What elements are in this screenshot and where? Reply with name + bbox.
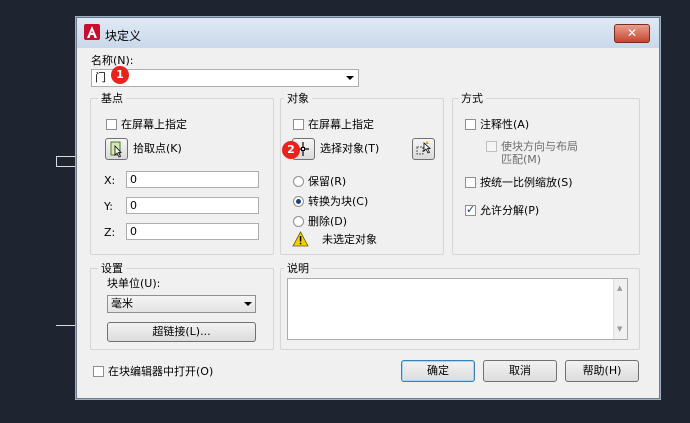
basepoint-specify-label[interactable]: 在屏幕上指定 — [121, 118, 187, 131]
name-value: 门 — [95, 71, 106, 84]
canvas-line — [56, 166, 76, 167]
delete-label[interactable]: 删除(D) — [308, 215, 347, 228]
x-label: X: — [104, 174, 116, 187]
scale-uniformly-checkbox[interactable] — [465, 177, 476, 188]
autocad-logo-icon — [84, 24, 100, 40]
settings-group-title: 设置 — [98, 262, 126, 275]
block-definition-dialog: 块定义 ✕ 名称(N): 门 1 基点 在屏幕上指定 拾取点(K) X: 0 Y… — [76, 17, 660, 399]
z-label: Z: — [104, 226, 116, 239]
annotative-checkbox[interactable] — [465, 119, 476, 130]
quick-select-icon — [416, 141, 432, 155]
block-unit-label: 块单位(U): — [107, 277, 161, 290]
select-objects-label[interactable]: 选择对象(T) — [320, 142, 379, 155]
cancel-label: 取消 — [509, 364, 531, 377]
name-label: 名称(N): — [91, 54, 134, 67]
basepoint-group-title: 基点 — [98, 92, 126, 105]
behavior-group-title: 方式 — [458, 92, 486, 105]
match-orientation-label-line2: 匹配(M) — [501, 153, 542, 166]
annotative-label[interactable]: 注释性(A) — [480, 118, 529, 131]
description-scrollbar[interactable]: ▲ ▼ — [613, 279, 627, 339]
objects-specify-label[interactable]: 在屏幕上指定 — [308, 118, 374, 131]
match-orientation-checkbox[interactable] — [486, 141, 497, 152]
hyperlink-label: 超链接(L)... — [152, 325, 211, 338]
convert-to-block-label[interactable]: 转换为块(C) — [308, 195, 368, 208]
annotation-badge-1: 1 — [111, 66, 129, 84]
pick-point-icon — [110, 141, 122, 158]
no-objects-selected-text: 未选定对象 — [322, 233, 377, 246]
allow-exploding-checkbox[interactable] — [465, 203, 476, 216]
scale-uniformly-label[interactable]: 按统一比例缩放(S) — [480, 176, 573, 189]
scroll-down-icon[interactable]: ▼ — [617, 322, 622, 337]
pick-point-button[interactable] — [105, 138, 128, 160]
title-bar[interactable]: 块定义 ✕ — [77, 18, 659, 48]
warning-icon — [292, 231, 309, 247]
canvas-line — [56, 156, 76, 157]
y-label: Y: — [104, 200, 113, 213]
basepoint-specify-checkbox[interactable] — [106, 119, 117, 130]
objects-group-title: 对象 — [284, 92, 312, 105]
cancel-button[interactable]: 取消 — [483, 360, 557, 382]
open-in-editor-label[interactable]: 在块编辑器中打开(O) — [108, 365, 213, 378]
close-button[interactable]: ✕ — [614, 24, 650, 43]
name-combobox[interactable]: 门 — [91, 69, 359, 87]
hyperlink-button[interactable]: 超链接(L)... — [107, 322, 256, 342]
scroll-up-icon[interactable]: ▲ — [617, 281, 622, 296]
pick-point-label[interactable]: 拾取点(K) — [133, 142, 182, 155]
help-label: 帮助(H) — [582, 364, 622, 377]
objects-specify-checkbox[interactable] — [293, 119, 304, 130]
retain-label[interactable]: 保留(R) — [308, 175, 346, 188]
block-unit-select[interactable]: 毫米 — [107, 295, 256, 313]
convert-to-block-radio[interactable] — [293, 196, 304, 207]
y-coordinate-field[interactable]: 0 — [126, 197, 259, 214]
block-unit-value: 毫米 — [111, 297, 133, 310]
dialog-title: 块定义 — [105, 29, 142, 43]
x-coordinate-field[interactable]: 0 — [126, 171, 259, 188]
open-in-editor-checkbox[interactable] — [93, 366, 104, 377]
annotation-badge-2: 2 — [282, 141, 300, 159]
ok-button[interactable]: 确定 — [401, 360, 475, 382]
allow-exploding-label[interactable]: 允许分解(P) — [480, 204, 539, 217]
delete-radio[interactable] — [293, 216, 304, 227]
canvas-line — [56, 325, 76, 326]
ok-label: 确定 — [427, 364, 449, 377]
description-textarea[interactable]: ▲ ▼ — [287, 278, 628, 340]
match-orientation-label-line1: 使块方向与布局 — [501, 140, 578, 153]
description-group-title: 说明 — [284, 262, 312, 275]
help-button[interactable]: 帮助(H) — [565, 360, 639, 382]
close-icon: ✕ — [626, 26, 638, 40]
chevron-down-icon[interactable] — [244, 302, 252, 306]
chevron-down-icon[interactable] — [346, 76, 354, 80]
retain-radio[interactable] — [293, 176, 304, 187]
z-coordinate-field[interactable]: 0 — [126, 223, 259, 240]
quick-select-button[interactable] — [412, 138, 435, 160]
